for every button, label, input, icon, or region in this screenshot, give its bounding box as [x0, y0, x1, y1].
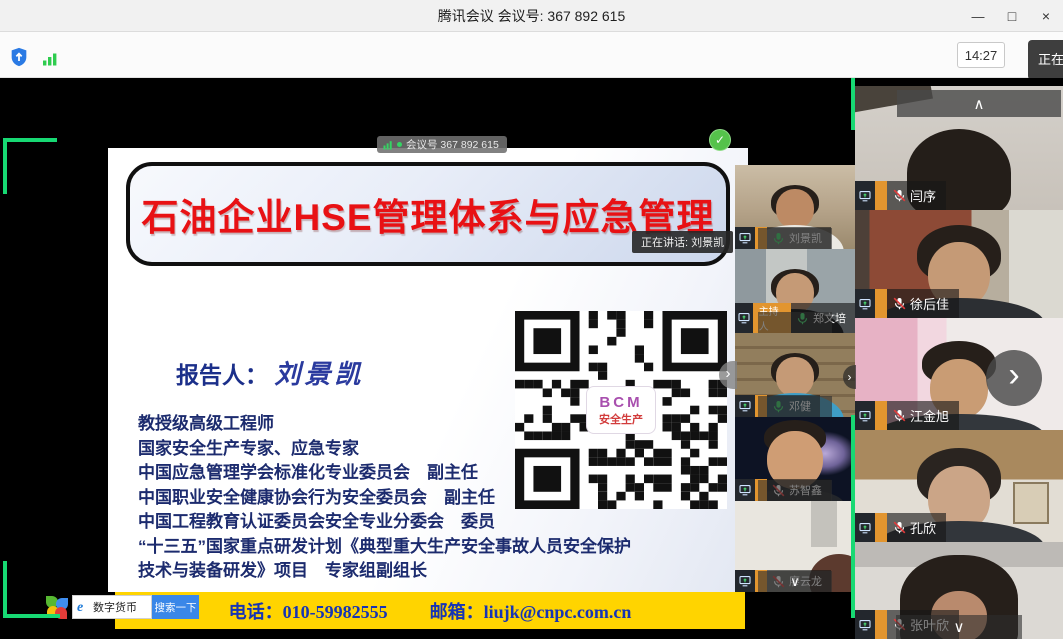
network-signal-icon[interactable] — [42, 45, 62, 67]
video-tile[interactable]: 主持人 郑文培 — [735, 249, 855, 333]
credential-line: “十三五”国家重点研发计划《典型重大生产安全事故人员安全保护 — [138, 535, 738, 560]
window-title: 腾讯会议 会议号: 367 892 615 — [0, 0, 1063, 32]
video-tile[interactable]: 苏智鑫 — [735, 417, 855, 501]
slide-title: 石油企业HSE管理体系与应急管理 — [141, 187, 714, 241]
host-badge — [875, 289, 887, 318]
screen-sharing-badge-icon — [855, 181, 875, 210]
signal-bars-icon — [383, 140, 393, 150]
slide-contact-bar: 电话：010-59982555 邮箱：liujk@cnpc.com.cn — [115, 592, 745, 629]
meeting-toolbar: 14:27 正在 — [0, 32, 1063, 78]
video-tile[interactable]: 廖云龙 ∨ — [735, 501, 855, 592]
presenter-label: 报告人： — [176, 362, 268, 388]
video-tile[interactable]: 刘景凯 — [735, 165, 855, 249]
status-dot — [397, 142, 402, 147]
meeting-number-pill[interactable]: 会议号 367 892 615 — [377, 136, 507, 153]
screen-sharing-badge-icon — [855, 610, 875, 639]
search-submit-button[interactable]: 搜索一下 — [152, 595, 199, 619]
screen-sharing-badge-icon — [735, 395, 755, 417]
email-contact: 邮箱：liujk@cnpc.com.cn — [430, 598, 632, 624]
host-badge — [875, 610, 887, 639]
tencent-meeting-window: 腾讯会议 会议号: 367 892 615 — □ × 14:27 正在 — [0, 0, 1063, 639]
shared-slide: 石油企业HSE管理体系与应急管理 报告人： 刘景凯 教授级高级工程师 国家安全生… — [108, 148, 748, 592]
video-strip: 刘景凯 主持人 郑文培 — [735, 78, 855, 592]
share-border-segment — [3, 561, 7, 618]
browser-e-icon: e — [77, 601, 90, 614]
active-speaker-toast: 正在讲话: 刘景凯 — [632, 231, 733, 253]
host-badge — [875, 513, 887, 542]
participant-name: 闫序 — [910, 186, 936, 205]
maximize-button[interactable]: □ — [995, 0, 1029, 32]
mic-muted-icon — [893, 297, 906, 310]
collapse-videos-button[interactable]: ∨ — [896, 615, 1022, 639]
close-button[interactable]: × — [1029, 0, 1063, 32]
participant-name: 徐后佳 — [910, 294, 949, 313]
share-border-segment — [3, 138, 57, 142]
title-bar: 腾讯会议 会议号: 367 892 615 — □ × — [0, 0, 1063, 32]
share-border-segment — [851, 78, 855, 130]
minimize-button[interactable]: — — [961, 0, 995, 32]
meeting-number-text: 会议号 367 892 615 — [406, 137, 499, 152]
qr-center-label: BCM 安全生产 — [586, 386, 656, 434]
shield-icon[interactable] — [10, 45, 30, 67]
next-page-button[interactable]: › — [986, 350, 1042, 406]
collapse-videos-button[interactable]: ∨ — [758, 571, 832, 592]
credential-line: 技术与装备研发》项目 专家组副组长 — [138, 559, 738, 584]
tile-name-bar: 孔欣 — [855, 513, 946, 542]
video-tile[interactable]: 邓健 — [735, 333, 855, 417]
collapse-sidebar-button[interactable]: ∧ — [897, 90, 1061, 117]
desktop-search-input[interactable]: e 数字货币 — [72, 595, 152, 619]
share-border-segment — [851, 415, 855, 618]
annotation-check-icon[interactable]: ✓ — [709, 129, 731, 151]
sharing-status-flyout[interactable]: 正在 — [1028, 40, 1063, 80]
tile-name-bar: 闫序 — [855, 181, 946, 210]
qr-code: BCM 安全生产 — [515, 311, 727, 509]
collapse-videos-button[interactable] — [758, 396, 832, 417]
participant-name: 孔欣 — [910, 518, 936, 537]
video-tile[interactable]: 张叶欣 ∨ — [855, 542, 1063, 639]
mic-muted-icon — [893, 409, 906, 422]
share-border-segment — [3, 614, 60, 618]
collapse-videos-button[interactable] — [758, 228, 832, 249]
screen-sharing-badge-icon — [735, 303, 753, 333]
window-controls: — □ × — [961, 0, 1063, 32]
participant-name: 江金旭 — [910, 406, 949, 425]
video-tile[interactable]: 徐后佳 — [855, 210, 1063, 318]
collapse-videos-button[interactable] — [758, 312, 832, 333]
host-badge — [875, 401, 887, 430]
share-border-segment — [3, 138, 7, 194]
screen-sharing-badge-icon — [855, 401, 875, 430]
screen-sharing-badge-icon — [735, 570, 755, 592]
meeting-stage: 石油企业HSE管理体系与应急管理 报告人： 刘景凯 教授级高级工程师 国家安全生… — [0, 78, 1063, 639]
screen-sharing-badge-icon — [855, 289, 875, 318]
qr-label-bcm: BCM — [599, 394, 642, 411]
tile-name-bar: 江金旭 — [855, 401, 959, 430]
tile-name-bar: 徐后佳 — [855, 289, 959, 318]
presenter-line: 报告人： 刘景凯 — [176, 354, 364, 391]
mic-muted-icon — [893, 521, 906, 534]
meeting-timer: 14:27 — [957, 42, 1005, 68]
presenter-name: 刘景凯 — [274, 360, 364, 389]
video-tile[interactable]: 孔欣 — [855, 430, 1063, 542]
mic-muted-icon — [893, 189, 906, 202]
screen-sharing-badge-icon — [735, 227, 755, 249]
collapse-videos-button[interactable] — [758, 480, 832, 501]
qr-label-safety: 安全生产 — [599, 411, 643, 427]
host-badge — [875, 181, 887, 210]
screen-sharing-badge-icon — [855, 513, 875, 542]
search-query-text: 数字货币 — [93, 599, 137, 615]
screen-sharing-badge-icon — [735, 479, 755, 501]
credential-line: 中国工程教育认证委员会安全专业分委会 委员 — [138, 510, 738, 535]
phone-contact: 电话：010-59982555 — [229, 598, 388, 624]
